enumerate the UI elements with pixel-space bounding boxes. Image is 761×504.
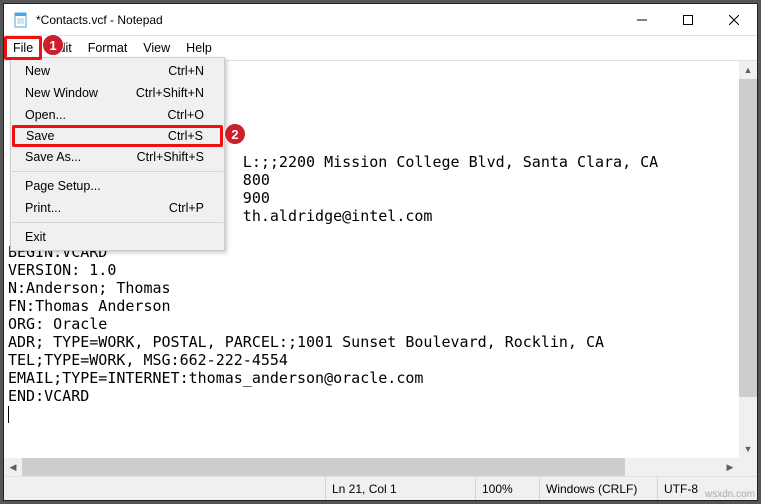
scroll-down-icon[interactable]: ▼ bbox=[739, 440, 757, 458]
menu-item-save[interactable]: Save Ctrl+S bbox=[12, 125, 223, 147]
status-zoom: 100% bbox=[475, 477, 539, 500]
menu-shortcut: Ctrl+O bbox=[168, 108, 204, 122]
menu-item-print[interactable]: Print... Ctrl+P bbox=[11, 197, 224, 219]
scroll-left-icon[interactable]: ◀ bbox=[4, 458, 22, 476]
menu-item-new[interactable]: New Ctrl+N bbox=[11, 60, 224, 82]
status-position: Ln 21, Col 1 bbox=[325, 477, 475, 500]
annotation-badge-1: 1 bbox=[42, 34, 64, 56]
minimize-button[interactable] bbox=[619, 4, 665, 36]
menu-label: Page Setup... bbox=[25, 179, 101, 193]
scroll-up-icon[interactable]: ▲ bbox=[739, 61, 757, 79]
vertical-scrollbar[interactable]: ▲ ▼ bbox=[739, 61, 757, 458]
scroll-right-icon[interactable]: ▶ bbox=[721, 458, 739, 476]
menu-label: Print... bbox=[25, 201, 61, 215]
menu-shortcut: Ctrl+Shift+S bbox=[137, 150, 204, 164]
annotation-badge-2: 2 bbox=[224, 123, 246, 145]
menu-label: New bbox=[25, 64, 50, 78]
menu-label: Save As... bbox=[25, 150, 81, 164]
maximize-button[interactable] bbox=[665, 4, 711, 36]
close-button[interactable] bbox=[711, 4, 757, 36]
status-bar: Ln 21, Col 1 100% Windows (CRLF) UTF-8 bbox=[4, 476, 757, 500]
watermark: wsxdn.com bbox=[705, 489, 755, 500]
text-cursor bbox=[8, 406, 9, 423]
menu-label: New Window bbox=[25, 86, 98, 100]
menu-file[interactable]: File bbox=[4, 36, 42, 60]
window-title: *Contacts.vcf - Notepad bbox=[36, 13, 163, 27]
menu-shortcut: Ctrl+S bbox=[168, 129, 203, 143]
horizontal-scrollbar[interactable]: ◀ ▶ bbox=[4, 458, 739, 476]
menu-item-page-setup[interactable]: Page Setup... bbox=[11, 175, 224, 197]
menu-shortcut: Ctrl+Shift+N bbox=[136, 86, 204, 100]
file-dropdown-menu: New Ctrl+N New Window Ctrl+Shift+N Open.… bbox=[10, 57, 225, 251]
status-line-ending: Windows (CRLF) bbox=[539, 477, 657, 500]
status-spacer bbox=[4, 477, 325, 500]
menu-separator bbox=[12, 222, 223, 223]
title-bar: *Contacts.vcf - Notepad bbox=[4, 4, 757, 36]
scroll-corner bbox=[739, 458, 757, 476]
menu-item-exit[interactable]: Exit bbox=[11, 226, 224, 248]
vertical-scroll-thumb[interactable] bbox=[739, 79, 757, 397]
menu-shortcut: Ctrl+N bbox=[168, 64, 204, 78]
menu-label: Exit bbox=[25, 230, 46, 244]
menu-label: Open... bbox=[25, 108, 66, 122]
notepad-icon bbox=[12, 11, 30, 29]
menu-shortcut: Ctrl+P bbox=[169, 201, 204, 215]
menu-item-new-window[interactable]: New Window Ctrl+Shift+N bbox=[11, 82, 224, 104]
horizontal-scroll-thumb[interactable] bbox=[22, 458, 625, 476]
menu-item-save-as[interactable]: Save As... Ctrl+Shift+S bbox=[11, 146, 224, 168]
menu-separator bbox=[12, 171, 223, 172]
menu-label: Save bbox=[26, 129, 55, 143]
menu-item-open[interactable]: Open... Ctrl+O bbox=[11, 104, 224, 126]
